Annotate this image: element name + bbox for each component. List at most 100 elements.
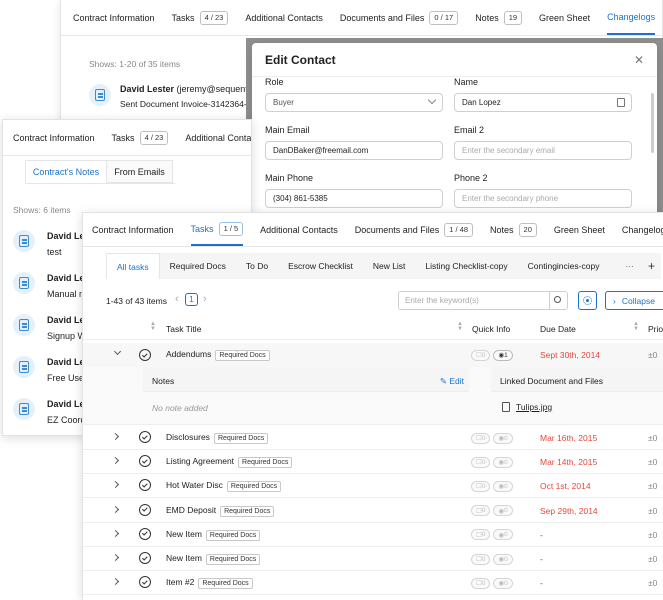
tab-contract-information[interactable]: Contract Information <box>13 120 95 155</box>
docs-pill[interactable]: ◉ 1 <box>493 349 513 361</box>
collapse-button[interactable]: › Collapse <box>605 291 663 310</box>
table-row[interactable]: Item #2 Required Docs ☐ 0 ◉ 0 - ±0 <box>83 571 663 596</box>
list-item[interactable]: David Les test <box>13 230 90 257</box>
subtab-from-emails[interactable]: From Emails <box>107 160 173 183</box>
complete-checkbox[interactable] <box>139 576 151 589</box>
sort-icon[interactable]: ▲ ▼ <box>457 321 463 332</box>
subtab-contingincies-copy[interactable]: Contingincies-copy <box>518 261 610 271</box>
docs-pill[interactable]: ◉ 0 <box>493 505 513 517</box>
list-item[interactable]: David Les Free User <box>13 356 90 383</box>
tab-green-sheet[interactable]: Green Sheet <box>554 213 605 246</box>
docs-pill[interactable]: ◉ 0 <box>493 553 513 565</box>
next-page-button[interactable]: › <box>203 293 207 305</box>
tab-green-sheet[interactable]: Green Sheet <box>539 0 590 35</box>
task-detail: Notes ✎ Edit No note added Linked Docume… <box>83 367 663 425</box>
table-row[interactable]: Disclosures Required Docs ☐ 0 ◉ 0 Mar 16th, … <box>83 426 663 450</box>
notes-pill[interactable]: ☐ 0 <box>471 553 491 565</box>
docs-pill[interactable]: ◉ 0 <box>493 480 513 492</box>
docs-pill[interactable]: ◉ 0 <box>493 529 513 541</box>
list-item[interactable]: David Les Manual n <box>13 272 90 299</box>
role-select[interactable]: Buyer <box>265 93 443 112</box>
sort-icon[interactable]: ▲ ▼ <box>633 321 639 332</box>
chevron-right-icon[interactable] <box>111 481 120 489</box>
tab-contract-information[interactable]: Contract Information <box>92 213 174 246</box>
chevron-right-icon[interactable] <box>111 505 120 513</box>
docs-pill[interactable]: ◉ 0 <box>493 456 513 468</box>
chevron-down-icon[interactable] <box>113 347 122 356</box>
contact-card-icon[interactable] <box>617 98 625 107</box>
prev-page-button[interactable]: ‹ <box>175 293 179 305</box>
chevron-right-icon[interactable] <box>111 432 120 441</box>
search-button[interactable] <box>549 292 567 309</box>
settings-button[interactable] <box>578 291 597 310</box>
chevron-right-icon[interactable] <box>111 553 120 562</box>
name-input[interactable]: Dan Lopez <box>454 93 632 112</box>
search-input[interactable]: Enter the keyword(s) <box>398 291 568 310</box>
notes-pill[interactable]: ☐ 0 <box>471 480 491 492</box>
tab-notes[interactable]: Notes 19 <box>475 0 523 35</box>
complete-checkbox[interactable] <box>139 455 151 468</box>
chevron-right-icon[interactable] <box>111 578 120 586</box>
tab-contract-information[interactable]: Contract Information <box>73 0 155 35</box>
tab-additional-contacts[interactable]: Additional Contacts <box>245 0 323 35</box>
table-row[interactable]: Listing Agreement Required Docs ☐ 0 ◉ 0 Mar … <box>83 450 663 475</box>
notes-pill[interactable]: ☐ 0 <box>471 432 491 444</box>
tab-tasks[interactable]: Tasks 4 / 23 <box>112 120 169 155</box>
page-number[interactable]: 1 <box>185 293 198 306</box>
col-priority[interactable]: Prio <box>648 324 663 334</box>
list-item[interactable]: David Les Signup W <box>13 314 90 341</box>
complete-checkbox[interactable] <box>139 503 151 516</box>
close-icon[interactable]: ✕ <box>634 53 644 67</box>
main-email-input[interactable]: DanDBaker@freemail.com <box>265 141 443 160</box>
notes-pill[interactable]: ☐ 0 <box>471 456 491 468</box>
tab-notes[interactable]: Notes 20 <box>490 213 537 246</box>
table-row[interactable]: New Item Required Docs ☐ 0 ◉ 0 - ±0 <box>83 547 663 571</box>
chevron-right-icon[interactable] <box>111 529 120 537</box>
complete-checkbox[interactable] <box>139 431 151 443</box>
main-phone-input[interactable]: (304) 861-5385 <box>265 189 443 208</box>
notes-pill[interactable]: ☐ 0 <box>471 529 491 541</box>
complete-checkbox[interactable] <box>139 479 151 492</box>
list-item[interactable]: David Les EZ Coordi <box>13 398 90 425</box>
subtab-contracts-notes[interactable]: Contract's Notes <box>25 160 107 183</box>
subtab-listing-checklist-copy[interactable]: Listing Checklist-copy <box>415 261 517 271</box>
task-row-expanded[interactable]: Addendums Required Docs ☐ 0 ◉ 1 Sept 30th,… <box>83 343 663 367</box>
add-tab-button[interactable]: + <box>648 259 655 273</box>
notes-pill[interactable]: ☐ 0 <box>471 349 491 361</box>
phone2-input[interactable]: Enter the secondary phone <box>454 189 632 208</box>
tab-changelogs[interactable]: Changelogs <box>622 213 663 246</box>
priority: ±0 <box>648 554 658 564</box>
tab-documents[interactable]: Documents and Files 0 / 17 <box>340 0 459 35</box>
complete-checkbox[interactable] <box>139 349 151 361</box>
subtab-all-tasks[interactable]: All tasks <box>106 253 160 279</box>
tab-tasks[interactable]: Tasks 4 / 23 <box>172 0 229 35</box>
complete-checkbox[interactable] <box>139 552 151 564</box>
col-task-title[interactable]: Task Title <box>166 324 201 334</box>
subtab-to-do[interactable]: To Do <box>236 261 278 271</box>
sort-icon[interactable]: ▲ ▼ <box>150 321 156 332</box>
complete-checkbox[interactable] <box>139 527 151 540</box>
table-row[interactable]: New Item Required Docs ☐ 0 ◉ 0 - ±0 <box>83 523 663 547</box>
email2-input[interactable]: Enter the secondary email <box>454 141 632 160</box>
tab-documents[interactable]: Documents and Files 1 / 48 <box>355 213 474 246</box>
table-row[interactable]: EMD Deposit Required Docs ☐ 0 ◉ 0 Sep 29th, … <box>83 499 663 523</box>
docs-pill[interactable]: ◉ 0 <box>493 577 513 589</box>
tab-additional-contacts[interactable]: Additional Contacts <box>260 213 338 246</box>
tab-changelogs[interactable]: Changelogs <box>607 0 656 35</box>
col-due-date[interactable]: Due Date <box>540 324 576 334</box>
chevron-right-icon[interactable] <box>111 457 120 465</box>
docs-pill[interactable]: ◉ 0 <box>493 432 513 444</box>
modal-scrollbar[interactable] <box>651 93 654 153</box>
more-tabs-button[interactable]: ··· <box>617 261 642 271</box>
subtab-escrow-checklist[interactable]: Escrow Checklist <box>278 261 363 271</box>
notes-pill[interactable]: ☐ 0 <box>471 577 491 589</box>
tab-label: Tasks <box>190 223 214 234</box>
table-row[interactable]: Hot Water Disc Required Docs ☐ 0 ◉ 0 Oct 1st… <box>83 474 663 499</box>
edit-note-button[interactable]: ✎ Edit <box>440 376 464 387</box>
linked-file[interactable]: Tulips.jpg <box>502 402 552 412</box>
tab-additional-contacts[interactable]: Additional Contacts <box>185 120 251 155</box>
subtab-new-list[interactable]: New List <box>363 261 416 271</box>
subtab-required-docs[interactable]: Required Docs <box>160 261 236 271</box>
notes-pill[interactable]: ☐ 0 <box>471 505 491 517</box>
tab-tasks[interactable]: Tasks 1 / 5 <box>190 213 244 246</box>
